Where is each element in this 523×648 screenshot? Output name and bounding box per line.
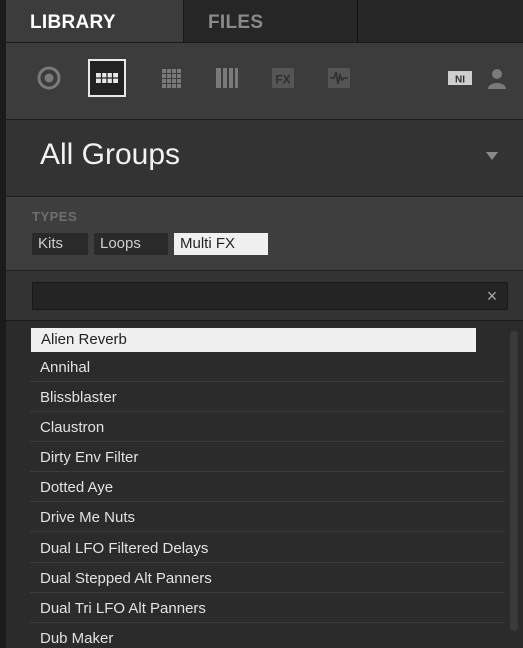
types-filter: TYPES Kits Loops Multi FX bbox=[6, 197, 523, 270]
tab-files[interactable]: FILES bbox=[184, 0, 358, 42]
scrollbar[interactable] bbox=[510, 331, 518, 631]
list-item[interactable]: Dub Maker bbox=[30, 623, 505, 648]
sounds-grid-icon[interactable] bbox=[156, 63, 186, 93]
fx-icon-label: FX bbox=[275, 73, 290, 87]
search-input[interactable] bbox=[32, 282, 508, 310]
instruments-keys-icon[interactable] bbox=[212, 63, 242, 93]
user-icon[interactable] bbox=[484, 65, 510, 91]
list-item[interactable]: Dotted Aye bbox=[30, 472, 505, 502]
types-title: TYPES bbox=[32, 209, 78, 224]
type-chip-kits[interactable]: Kits bbox=[32, 233, 88, 255]
close-icon[interactable]: × bbox=[482, 286, 502, 306]
list-item[interactable]: Dirty Env Filter bbox=[30, 442, 505, 472]
results-list: Alien Reverb Annihal Blissblaster Claust… bbox=[6, 320, 523, 648]
list-item[interactable]: Alien Reverb bbox=[31, 328, 476, 352]
list-item[interactable]: Annihal bbox=[30, 352, 505, 382]
type-chip-multi-fx[interactable]: Multi FX bbox=[174, 233, 268, 255]
tab-bar-empty-area bbox=[358, 0, 523, 42]
chevron-down-icon[interactable] bbox=[484, 150, 500, 162]
group-selector[interactable]: All Groups bbox=[6, 119, 523, 197]
list-item[interactable]: Dual Stepped Alt Panners bbox=[30, 563, 505, 593]
library-browser-panel: LIBRARY FILES FX NI All Groups TYPES Kit… bbox=[0, 0, 523, 648]
list-item[interactable]: Blissblaster bbox=[30, 382, 505, 412]
samples-waveform-icon[interactable] bbox=[324, 63, 354, 93]
list-item[interactable]: Drive Me Nuts bbox=[30, 502, 505, 532]
ni-factory-icon[interactable]: NI bbox=[446, 67, 474, 89]
tab-library[interactable]: LIBRARY bbox=[6, 0, 184, 42]
content-type-toolbar: FX NI bbox=[6, 43, 523, 119]
list-item[interactable]: Dual Tri LFO Alt Panners bbox=[30, 593, 505, 623]
kits-grid-icon[interactable] bbox=[88, 59, 126, 97]
type-chip-loops[interactable]: Loops bbox=[94, 233, 168, 255]
list-item[interactable]: Claustron bbox=[30, 412, 505, 442]
group-selector-label: All Groups bbox=[40, 138, 181, 171]
tab-bar: LIBRARY FILES bbox=[6, 0, 523, 43]
list-item[interactable]: Dual LFO Filtered Delays bbox=[30, 533, 505, 563]
search-bar: × bbox=[6, 270, 523, 321]
fx-icon[interactable]: FX bbox=[268, 63, 298, 93]
instance-icon[interactable] bbox=[34, 63, 64, 93]
ni-icon-label: NI bbox=[455, 75, 465, 86]
